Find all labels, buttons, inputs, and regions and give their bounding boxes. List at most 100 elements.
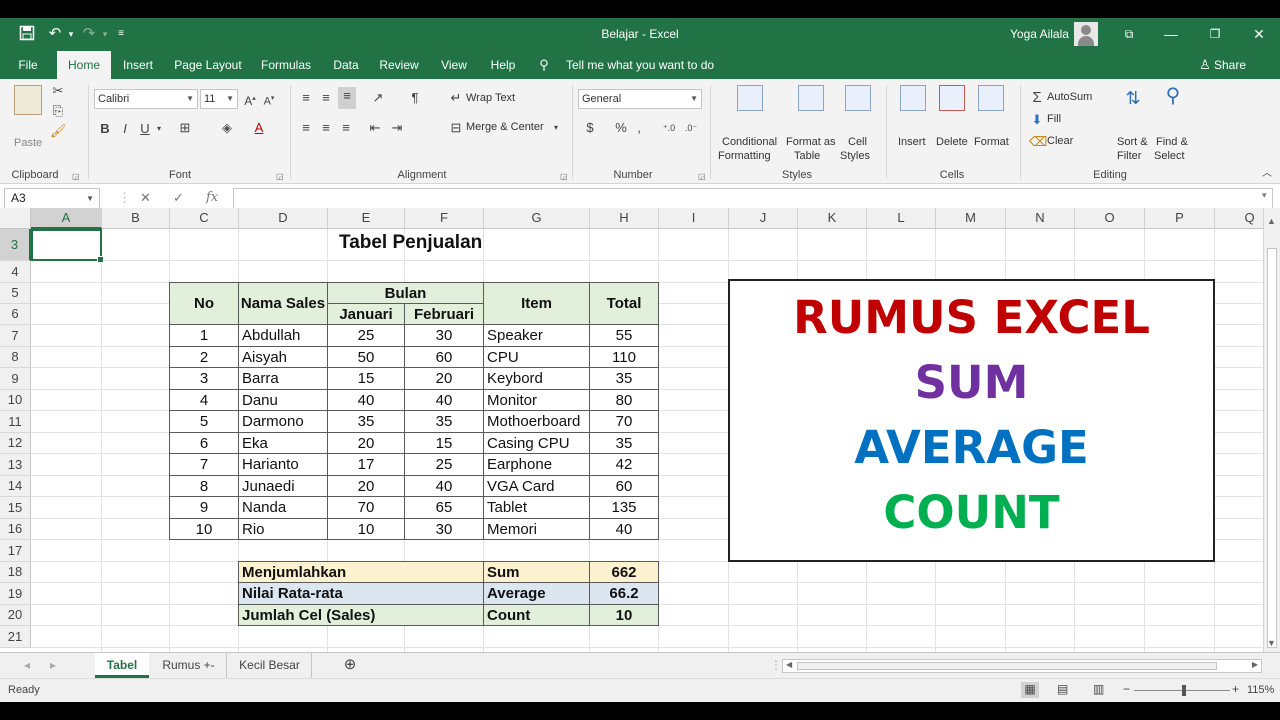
table-cell-januari[interactable]: 20 <box>327 432 405 454</box>
summary-function-cell[interactable]: Average <box>483 582 590 605</box>
summary-value-cell[interactable]: 66.2 <box>589 582 659 605</box>
table-cell-no[interactable]: 6 <box>169 432 239 454</box>
cell-styles-icon[interactable] <box>845 85 871 111</box>
tab-review[interactable]: Review <box>374 51 424 79</box>
header-nama-sales[interactable]: Nama Sales <box>238 282 328 325</box>
cell-styles-label-2[interactable]: Styles <box>840 150 870 162</box>
find-select-label-2[interactable]: Select <box>1154 150 1185 162</box>
summary-function-cell[interactable]: Sum <box>483 561 590 583</box>
number-format-select[interactable]: General ▼ <box>578 89 702 109</box>
prev-sheet-icon[interactable]: ◂ <box>20 653 34 678</box>
column-header-p[interactable]: P <box>1145 208 1215 229</box>
name-box[interactable]: A3 ▼ <box>4 188 100 209</box>
header-no[interactable]: No <box>169 282 239 325</box>
scroll-left-icon[interactable]: ◀ <box>786 660 792 669</box>
table-cell-februari[interactable]: 30 <box>404 324 484 347</box>
table-cell-nama-sales[interactable]: Abdullah <box>238 324 328 347</box>
table-cell-item[interactable]: Memori <box>483 518 590 540</box>
table-cell-februari[interactable]: 40 <box>404 389 484 411</box>
format-painter-icon[interactable]: 🖌 <box>50 122 67 140</box>
table-cell-total[interactable]: 35 <box>589 432 659 454</box>
worksheet[interactable]: Tabel Penjualan No Nama Sales Bulan Januari… <box>31 229 1263 652</box>
summary-label-cell[interactable]: Jumlah Cel (Sales) <box>238 604 484 626</box>
table-cell-nama-sales[interactable]: Aisyah <box>238 346 328 368</box>
merge-center-button[interactable]: Merge & Center <box>466 121 544 133</box>
column-header-j[interactable]: J <box>729 208 798 229</box>
close-icon[interactable]: ✕ <box>1247 23 1271 45</box>
row-header-19[interactable]: 19 <box>0 583 31 605</box>
table-cell-nama-sales[interactable]: Barra <box>238 367 328 390</box>
table-cell-februari[interactable]: 30 <box>404 518 484 540</box>
bold-button[interactable]: B <box>98 120 112 138</box>
sheet-tab-kecil-besar[interactable]: Kecil Besar <box>228 653 312 678</box>
table-cell-item[interactable]: CPU <box>483 346 590 368</box>
alignment-launcher-icon[interactable]: ◲ <box>560 172 568 181</box>
page-layout-view-icon[interactable]: ▤ <box>1057 682 1068 696</box>
collapse-ribbon-icon[interactable]: ︿ <box>1260 165 1274 183</box>
table-cell-total[interactable]: 42 <box>589 453 659 476</box>
table-cell-no[interactable]: 5 <box>169 410 239 433</box>
horizontal-scrollbar[interactable]: ◀ ▶ <box>782 659 1262 673</box>
column-header-a[interactable]: A <box>31 208 102 229</box>
table-cell-januari[interactable]: 17 <box>327 453 405 476</box>
table-cell-total[interactable]: 80 <box>589 389 659 411</box>
wrap-text-icon[interactable]: ↵ <box>448 89 464 107</box>
column-header-f[interactable]: F <box>405 208 484 229</box>
tab-help[interactable]: Help <box>484 51 522 79</box>
table-cell-item[interactable]: Earphone <box>483 453 590 476</box>
row-header-4[interactable]: 4 <box>0 261 31 283</box>
table-cell-no[interactable]: 8 <box>169 475 239 497</box>
table-cell-no[interactable]: 1 <box>169 324 239 347</box>
page-break-view-icon[interactable]: ▥ <box>1093 682 1104 696</box>
row-header-17[interactable]: 17 <box>0 540 31 562</box>
row-header-18[interactable]: 18 <box>0 562 31 583</box>
column-header-k[interactable]: K <box>798 208 867 229</box>
table-cell-total[interactable]: 60 <box>589 475 659 497</box>
insert-function-icon[interactable]: fx <box>206 190 218 205</box>
summary-value-cell[interactable]: 662 <box>589 561 659 583</box>
font-color-icon[interactable]: A <box>250 119 268 137</box>
user-name[interactable]: Yoga Ailala <box>1010 27 1069 41</box>
row-header-5[interactable]: 5 <box>0 283 31 304</box>
clipboard-launcher-icon[interactable]: ◲ <box>72 172 80 181</box>
table-cell-januari[interactable]: 20 <box>327 475 405 497</box>
ribbon-display-options-icon[interactable]: ⧉ <box>1117 23 1141 45</box>
scroll-thumb[interactable] <box>1267 248 1277 648</box>
conditional-formatting-label-2[interactable]: Formatting <box>718 150 771 162</box>
decrease-decimal-icon[interactable]: .0⁻ <box>682 119 700 137</box>
format-cells-button[interactable]: Format <box>974 136 1009 148</box>
conditional-formatting-label-1[interactable]: Conditional <box>722 136 777 148</box>
row-header-7[interactable]: 7 <box>0 325 31 347</box>
table-cell-nama-sales[interactable]: Nanda <box>238 496 328 519</box>
row-header-15[interactable]: 15 <box>0 497 31 519</box>
column-header-g[interactable]: G <box>484 208 590 229</box>
text-direction-icon[interactable]: ¶ <box>406 89 424 107</box>
format-as-table-label-2[interactable]: Table <box>794 150 820 162</box>
paste-icon[interactable] <box>14 85 42 115</box>
summary-label-cell[interactable]: Menjumlahkan <box>238 561 484 583</box>
sheet-tab-tabel[interactable]: Tabel <box>95 653 149 678</box>
table-cell-januari[interactable]: 70 <box>327 496 405 519</box>
table-cell-total[interactable]: 70 <box>589 410 659 433</box>
formula-input[interactable] <box>233 188 1273 209</box>
row-header-21[interactable]: 21 <box>0 626 31 648</box>
cut-icon[interactable]: ✂ <box>50 82 66 100</box>
selected-cell-a3[interactable] <box>31 229 104 263</box>
row-header-20[interactable]: 20 <box>0 605 31 626</box>
table-cell-nama-sales[interactable]: Harianto <box>238 453 328 476</box>
scroll-up-icon[interactable]: ▲ <box>1267 216 1276 226</box>
table-cell-februari[interactable]: 35 <box>404 410 484 433</box>
tab-page-layout[interactable]: Page Layout <box>168 51 248 79</box>
zoom-slider[interactable] <box>1134 685 1230 696</box>
align-top-icon[interactable]: ≡ <box>298 89 314 107</box>
column-header-n[interactable]: N <box>1006 208 1075 229</box>
eraser-icon[interactable]: ⌫ <box>1029 133 1047 151</box>
table-cell-januari[interactable]: 50 <box>327 346 405 368</box>
fill-color-icon[interactable]: ◈ <box>218 119 236 137</box>
merge-center-icon[interactable]: ⊟ <box>448 119 464 137</box>
row-header-10[interactable]: 10 <box>0 390 31 411</box>
column-header-o[interactable]: O <box>1075 208 1145 229</box>
header-januari[interactable]: Januari <box>327 303 405 325</box>
row-header-6[interactable]: 6 <box>0 304 31 325</box>
column-header-d[interactable]: D <box>239 208 328 229</box>
